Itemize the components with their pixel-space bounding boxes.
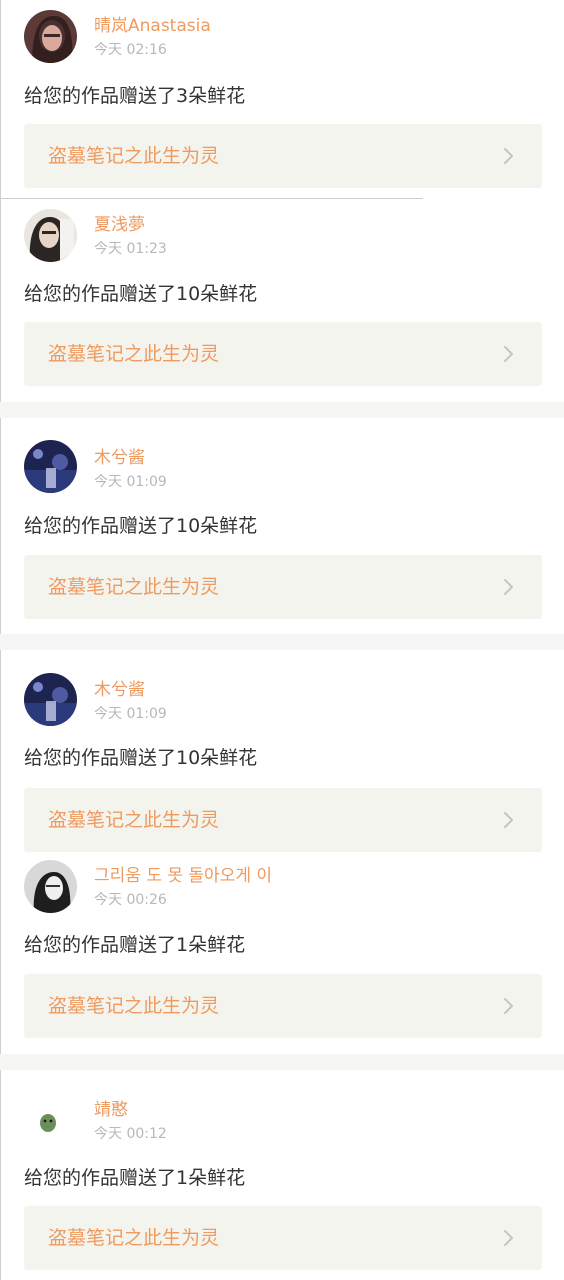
gift-time: 今天 01:09 <box>94 706 167 722</box>
avatar[interactable] <box>24 209 77 262</box>
portrait-black-white-icon <box>24 860 77 913</box>
chevron-right-icon <box>504 579 513 595</box>
sender-name[interactable]: 木兮酱 <box>94 448 145 468</box>
gift-message: 给您的作品赠送了10朵鲜花 <box>24 747 258 769</box>
gift-message: 给您的作品赠送了1朵鲜花 <box>24 1167 246 1189</box>
chevron-right-icon <box>504 148 513 164</box>
work-title: 盗墓笔记之此生为灵 <box>48 145 220 167</box>
night-scene-blue-icon <box>24 440 77 493</box>
chevron-right-icon <box>504 998 513 1014</box>
gift-record-item: 그리움 도 못 돌아오게 이 今天 00:26 给您的作品赠送了1朵鲜花 盗墓笔… <box>0 854 564 1054</box>
work-link-card[interactable]: 盗墓笔记之此生为灵 <box>24 1206 542 1270</box>
gift-record-item: 木兮酱 今天 01:09 给您的作品赠送了10朵鲜花 盗墓笔记之此生为灵 <box>0 650 564 854</box>
work-link-card[interactable]: 盗墓笔记之此生为灵 <box>24 788 542 852</box>
sender-name[interactable]: 그리움 도 못 돌아오게 이 <box>94 866 272 886</box>
gift-time: 今天 01:09 <box>94 474 167 490</box>
avatar[interactable] <box>24 1094 77 1147</box>
sender-name[interactable]: 夏浅夢 <box>94 215 145 235</box>
chevron-right-icon <box>504 1230 513 1246</box>
gift-record-item: 晴岚Anastasia 今天 02:16 给您的作品赠送了3朵鲜花 盗墓笔记之此… <box>0 0 564 198</box>
night-scene-blue-icon <box>24 673 77 726</box>
gift-message: 给您的作品赠送了3朵鲜花 <box>24 85 246 107</box>
work-link-card[interactable]: 盗墓笔记之此生为灵 <box>24 322 542 386</box>
gift-message: 给您的作品赠送了10朵鲜花 <box>24 515 258 537</box>
work-title: 盗墓笔记之此生为灵 <box>48 576 220 598</box>
chevron-right-icon <box>504 346 513 362</box>
gift-time: 今天 01:23 <box>94 241 167 257</box>
work-link-card[interactable]: 盗墓笔记之此生为灵 <box>24 124 542 188</box>
gift-record-item: 靖憨 今天 00:12 给您的作品赠送了1朵鲜花 盗墓笔记之此生为灵 <box>0 1070 564 1280</box>
sender-name[interactable]: 木兮酱 <box>94 680 145 700</box>
work-title: 盗墓笔记之此生为灵 <box>48 995 220 1017</box>
gift-time: 今天 00:12 <box>94 1126 167 1142</box>
work-title: 盗墓笔记之此生为灵 <box>48 1227 220 1249</box>
gift-message: 给您的作品赠送了10朵鲜花 <box>24 283 258 305</box>
gift-time: 今天 00:26 <box>94 892 167 908</box>
section-separator <box>0 1054 564 1070</box>
work-title: 盗墓笔记之此生为灵 <box>48 809 220 831</box>
portrait-long-hair-icon <box>24 209 77 262</box>
sender-name[interactable]: 靖憨 <box>94 1100 128 1120</box>
section-separator <box>0 634 564 650</box>
work-title: 盗墓笔记之此生为灵 <box>48 343 220 365</box>
gift-message: 给您的作品赠送了1朵鲜花 <box>24 934 246 956</box>
sender-name[interactable]: 晴岚Anastasia <box>94 16 211 36</box>
avatar[interactable] <box>24 10 77 63</box>
gift-record-item: 夏浅夢 今天 01:23 给您的作品赠送了10朵鲜花 盗墓笔记之此生为灵 <box>0 199 564 402</box>
work-link-card[interactable]: 盗墓笔记之此生为灵 <box>24 555 542 619</box>
chevron-right-icon <box>504 812 513 828</box>
portrait-dark-hair-icon <box>24 10 77 63</box>
work-link-card[interactable]: 盗墓笔记之此生为灵 <box>24 974 542 1038</box>
avatar[interactable] <box>24 673 77 726</box>
gift-record-item: 木兮酱 今天 01:09 给您的作品赠送了10朵鲜花 盗墓笔记之此生为灵 <box>0 418 564 634</box>
avatar[interactable] <box>24 860 77 913</box>
gift-time: 今天 02:16 <box>94 42 167 58</box>
avatar[interactable] <box>24 440 77 493</box>
green-creature-icon <box>24 1094 77 1147</box>
section-separator <box>0 402 564 418</box>
